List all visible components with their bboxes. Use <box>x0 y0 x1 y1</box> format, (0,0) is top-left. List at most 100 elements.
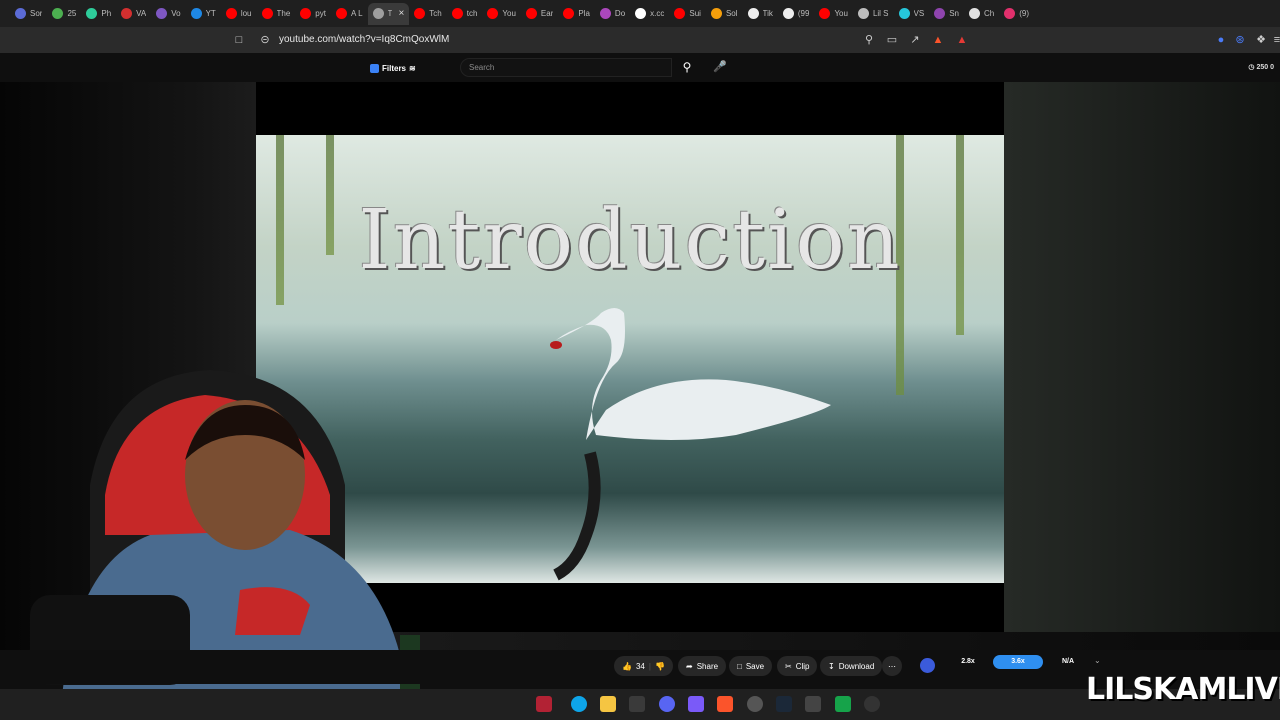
like-count[interactable]: 34 <box>636 662 645 671</box>
store-icon[interactable] <box>629 696 645 712</box>
search-input[interactable]: Search <box>460 58 672 77</box>
browser-tab[interactable]: Lil S <box>853 3 894 25</box>
brave-icon[interactable] <box>717 696 733 712</box>
4k-app-icon[interactable] <box>864 696 880 712</box>
tab-favicon-icon <box>225 8 237 19</box>
browser-tab[interactable]: (9) <box>999 3 1034 25</box>
tab-title: Sui <box>689 9 701 18</box>
browser-tab[interactable]: Tik <box>743 3 778 25</box>
browser-tab[interactable]: A L <box>331 3 368 25</box>
url-field[interactable]: youtube.com/watch?v=Iq8CmQoxWlM <box>279 34 449 45</box>
tab-favicon-icon <box>898 8 910 19</box>
tab-title: lou <box>240 9 252 18</box>
browser-tab[interactable]: T × <box>367 2 410 25</box>
browser-tab[interactable]: pyt <box>295 3 331 25</box>
download-label: Download <box>838 661 875 671</box>
browser-tab[interactable]: Ch <box>964 3 999 25</box>
app-icon[interactable] <box>805 696 821 712</box>
tab-favicon-icon <box>857 8 869 19</box>
flag-icon[interactable] <box>536 696 552 712</box>
browser-tab[interactable]: VA <box>116 3 151 25</box>
menu-icon[interactable]: ≡ <box>1270 33 1280 47</box>
browser-tab[interactable]: You <box>814 3 853 25</box>
browser-tab[interactable]: VS <box>894 3 930 25</box>
tab-favicon-icon <box>599 8 611 19</box>
speed-option-selected[interactable]: 3.6x <box>993 655 1043 669</box>
brave-shields-icon[interactable]: ▲ <box>931 33 945 47</box>
tab-title: Lil S <box>872 9 889 18</box>
more-icon: ⋯ <box>888 661 896 671</box>
share-page-icon[interactable]: ↗ <box>908 33 922 47</box>
browser-tab[interactable]: Ear <box>521 3 558 25</box>
download-button[interactable]: ↧ Download <box>820 656 883 676</box>
cast-icon[interactable]: ▭ <box>885 33 899 47</box>
browser-tab[interactable]: YT <box>186 3 221 25</box>
tab-title: Tch <box>429 9 442 18</box>
browser-tab[interactable]: lou <box>221 3 257 25</box>
share-button[interactable]: ➦ Share <box>678 656 727 676</box>
zoom-icon[interactable]: ⚲ <box>862 33 876 47</box>
tab-favicon-icon <box>487 8 499 19</box>
leo-icon[interactable]: ⊛ <box>1233 33 1247 47</box>
browser-tab[interactable]: (99 <box>778 3 815 25</box>
search-icon[interactable]: ⚲ <box>674 58 700 77</box>
filters-button[interactable]: Filters ≋ <box>370 60 416 76</box>
tab-title: The <box>276 9 291 18</box>
file-explorer-icon[interactable] <box>600 696 616 712</box>
discord-icon[interactable] <box>659 696 675 712</box>
browser-tab[interactable]: Do <box>595 3 630 25</box>
browser-tab[interactable]: Vo <box>151 3 185 25</box>
more-actions-button[interactable]: ⋯ <box>882 656 902 676</box>
speed-extension-icon[interactable] <box>920 655 935 675</box>
tab-favicon-icon <box>190 8 202 19</box>
extension-icon[interactable]: ● <box>1214 33 1228 47</box>
tab-favicon-icon <box>635 8 647 19</box>
tab-favicon-icon <box>674 8 686 19</box>
counter-secondary: 0 <box>1270 64 1274 71</box>
browser-tab[interactable]: Tch <box>409 3 446 25</box>
speed-option[interactable]: 2.8x <box>943 655 993 669</box>
rewards-icon[interactable]: ▲ <box>955 33 969 47</box>
browser-tab[interactable]: Sor <box>10 3 47 25</box>
close-tab-icon[interactable]: × <box>398 8 404 19</box>
share-icon: ➦ <box>686 661 693 671</box>
save-button[interactable]: □ Save <box>729 656 773 676</box>
browser-tab[interactable]: Pla <box>558 3 595 25</box>
bookmark-icon[interactable]: □ <box>232 33 246 47</box>
tab-title: Ph <box>101 9 112 18</box>
tab-title: A L <box>350 9 363 18</box>
browser-tab[interactable]: tch <box>447 3 483 25</box>
bookmark-icon: □ <box>737 661 742 671</box>
tab-title: VA <box>136 9 147 18</box>
microphone-icon[interactable]: 🎤 <box>710 58 730 77</box>
obs-icon[interactable] <box>747 696 763 712</box>
tab-title: pyt <box>315 9 326 18</box>
tab-title: (9) <box>1019 9 1029 18</box>
browser-tab[interactable]: The <box>257 3 296 25</box>
chevron-down-icon[interactable]: ⌄ <box>1094 656 1101 665</box>
site-info-icon[interactable]: ⊝ <box>258 33 272 47</box>
browser-tab[interactable]: Sn <box>929 3 964 25</box>
browser-tab[interactable]: Sol <box>706 3 743 25</box>
speed-option[interactable]: N/A <box>1043 655 1093 669</box>
clip-button[interactable]: ✂ Clip <box>777 656 818 676</box>
thumbs-up-icon[interactable]: 👍 <box>622 662 632 671</box>
extensions-puzzle-icon[interactable]: ❖ <box>1254 33 1268 47</box>
thumbs-down-icon[interactable]: 👎 <box>655 662 665 671</box>
copilot-icon[interactable] <box>571 696 587 712</box>
tab-favicon-icon <box>372 8 384 19</box>
tab-title: Ch <box>983 9 995 18</box>
browser-tab[interactable]: You <box>482 3 521 25</box>
tab-title: T <box>387 9 393 18</box>
app-icon[interactable] <box>835 696 851 712</box>
app-icon[interactable] <box>688 696 704 712</box>
tab-favicon-icon <box>747 8 759 19</box>
steam-icon[interactable] <box>776 696 792 712</box>
browser-tab[interactable]: Sui <box>669 3 706 25</box>
browser-tab-strip: Sor 25 Ph VA Vo YT lou The pyt A L T × Tch tch You Ear P… <box>0 0 1280 27</box>
tab-title: Do <box>614 9 626 18</box>
browser-tab[interactable]: 25 <box>47 3 81 25</box>
browser-tab[interactable]: x.cc <box>630 3 669 25</box>
browser-tab[interactable]: Ph <box>81 3 116 25</box>
tab-title: Sn <box>949 9 959 18</box>
